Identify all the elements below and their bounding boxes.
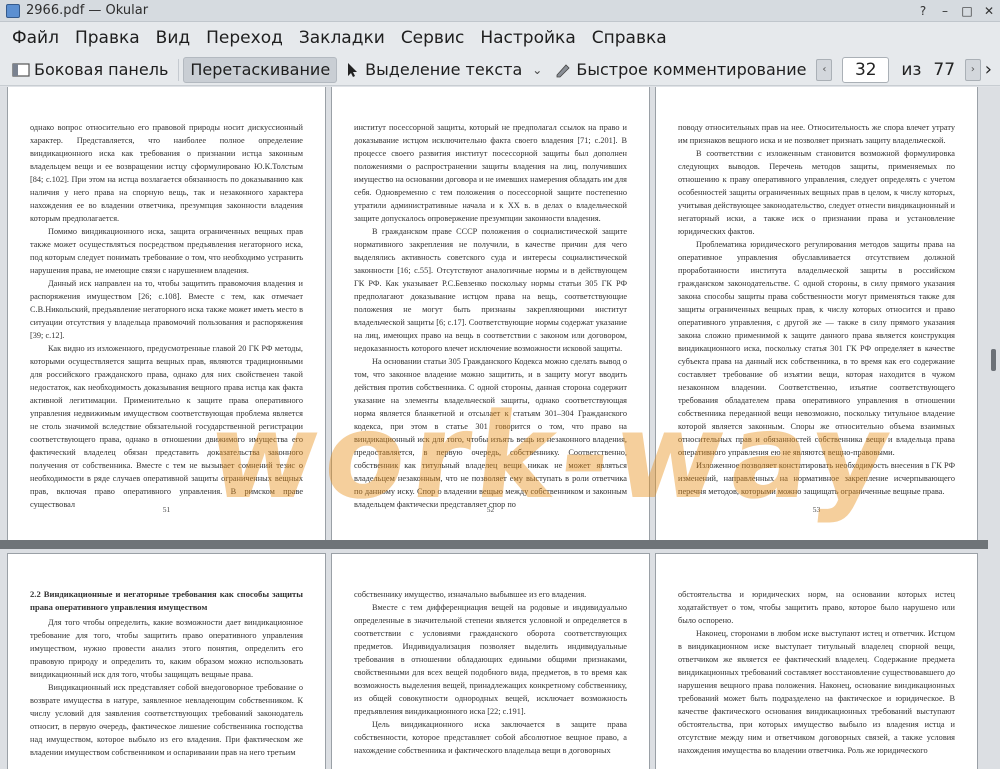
sidebar-icon <box>12 62 30 77</box>
drag-mode-label: Перетаскивание <box>190 60 331 79</box>
chevron-down-icon[interactable]: ⌄ <box>532 63 542 77</box>
page-body: однако вопрос относительно его правовой … <box>8 87 325 511</box>
paragraph: поводу относительных прав на нее. Относи… <box>678 123 955 145</box>
page-body: собственнику имущество, изначально выбыв… <box>332 554 649 757</box>
previous-page-button[interactable]: ‹ <box>816 58 833 81</box>
text-select-button[interactable]: Выделение текста ⌄ <box>337 57 548 83</box>
quick-annotate-label: Быстрое комментирование <box>576 60 807 79</box>
page-body: обстоятельства и юридических норм, на ос… <box>656 554 977 757</box>
next-page-button[interactable]: › <box>965 58 981 81</box>
quick-annotate-button[interactable]: Быстрое комментирование <box>548 57 812 83</box>
paragraph: Как видно из изложенного, предусмотренны… <box>30 344 303 509</box>
document-page[interactable]: обстоятельства и юридических норм, на ос… <box>656 554 977 769</box>
paragraph: В гражданском праве СССР положения о соц… <box>354 227 627 353</box>
minimize-icon[interactable]: – <box>934 0 956 22</box>
menu-edit[interactable]: Правка <box>67 28 148 48</box>
menu-settings[interactable]: Настройка <box>472 28 583 48</box>
sidebar-button-label: Боковая панель <box>34 60 169 79</box>
menu-file[interactable]: Файл <box>4 28 67 48</box>
close-icon[interactable]: ✕ <box>978 0 1000 22</box>
menu-bookmarks[interactable]: Закладки <box>291 28 393 48</box>
paragraph: институт посессорной защиты, который не … <box>354 123 627 223</box>
total-pages: 77 <box>933 59 956 80</box>
help-icon[interactable]: ? <box>912 0 934 22</box>
page-body: институт посессорной защиты, который не … <box>332 87 649 511</box>
paragraph: собственнику имущество, изначально выбыв… <box>354 590 587 599</box>
pen-icon <box>556 63 570 77</box>
window-title: 2966.pdf — Okular <box>26 3 149 18</box>
paragraph: Цель виндикационного иска заключается в … <box>354 720 627 755</box>
paragraph: Изложенное позволяет констатировать необ… <box>678 461 955 496</box>
current-page-input[interactable]: 32 <box>842 56 890 83</box>
menu-help[interactable]: Справка <box>584 28 675 48</box>
document-viewport[interactable]: однако вопрос относительно его правовой … <box>0 87 1000 769</box>
paragraph: Наконец, сторонами в любом иске выступаю… <box>678 629 955 755</box>
page-of-label: из <box>901 59 922 80</box>
document-page[interactable]: 2.2 Виндикационные и негаторные требован… <box>8 554 325 769</box>
document-page[interactable]: однако вопрос относительно его правовой … <box>8 87 325 540</box>
document-page[interactable]: институт посессорной защиты, который не … <box>332 87 649 540</box>
paragraph: однако вопрос относительно его правовой … <box>30 123 303 223</box>
sidebar-button[interactable]: Боковая панель <box>6 57 174 83</box>
paragraph: В соответствии с изложенным становится в… <box>678 149 955 236</box>
menu-tools[interactable]: Сервис <box>393 28 473 48</box>
page-body: поводу относительных прав на нее. Относи… <box>656 87 977 498</box>
menu-go[interactable]: Переход <box>198 28 291 48</box>
paragraph: Помимо виндикационного иска, защита огра… <box>30 227 303 275</box>
paragraph: Проблематика юридического регулирования … <box>678 240 955 457</box>
title-bar: 2966.pdf — Okular ? – □ ✕ <box>0 0 1000 22</box>
page-number: 51 <box>162 505 171 514</box>
document-page[interactable]: собственнику имущество, изначально выбыв… <box>332 554 649 769</box>
paragraph: На основании статьи 305 Гражданского Код… <box>354 357 627 509</box>
text-select-label: Выделение текста <box>365 60 523 79</box>
paragraph: Данный иск направлен на то, чтобы защити… <box>30 279 303 340</box>
paragraph: Для того чтобы определить, какие возможн… <box>30 618 303 679</box>
toolbar-separator <box>178 58 180 81</box>
menu-view[interactable]: Вид <box>148 28 198 48</box>
menu-bar: Файл Правка Вид Переход Закладки Сервис … <box>0 22 1000 54</box>
paragraph: обстоятельства и юридических норм, на ос… <box>678 590 955 625</box>
page-row-divider <box>0 540 1000 549</box>
toolbar-overflow-button[interactable]: › <box>985 59 992 80</box>
section-heading: 2.2 Виндикационные и негаторные требован… <box>30 589 303 612</box>
page-body: 2.2 Виндикационные и негаторные требован… <box>8 554 325 759</box>
okular-app-icon <box>6 3 20 18</box>
cursor-icon <box>348 62 358 77</box>
page-number: 52 <box>486 505 495 514</box>
document-page[interactable]: поводу относительных прав на нее. Относи… <box>656 87 977 540</box>
maximize-icon[interactable]: □ <box>956 0 978 22</box>
paragraph: Виндикационный иск представляет собой вн… <box>30 683 303 757</box>
main-toolbar: Боковая панель Перетаскивание Выделение … <box>0 54 1000 86</box>
paragraph: Вместе с тем дифференциация вещей на род… <box>354 603 627 716</box>
page-number: 53 <box>812 505 821 514</box>
scrollbar-thumb[interactable] <box>991 349 996 371</box>
drag-mode-button[interactable]: Перетаскивание <box>183 56 338 83</box>
vertical-scrollbar[interactable] <box>988 87 1000 769</box>
